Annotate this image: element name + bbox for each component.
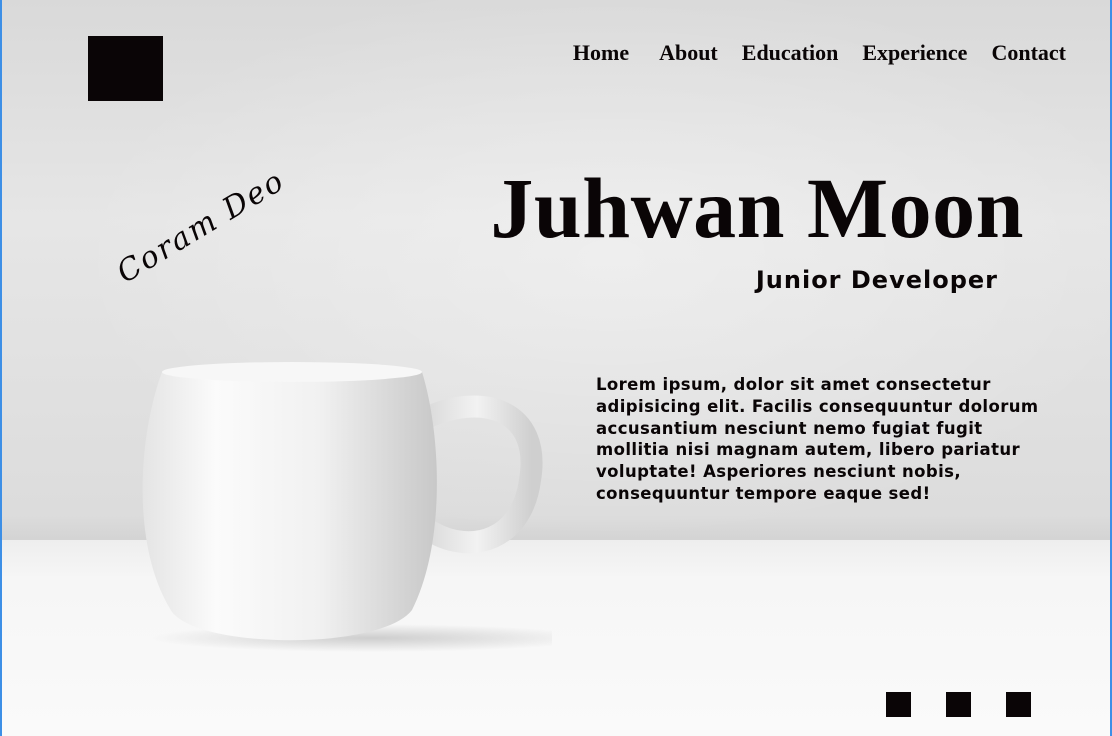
nav-experience-link[interactable]: Experience	[862, 40, 967, 66]
logo-box[interactable]	[88, 36, 163, 101]
white-mug-image	[142, 362, 552, 652]
nav-contact-link[interactable]: Contact	[991, 40, 1066, 66]
main-nav: Home About Education Experience Contact	[573, 40, 1066, 66]
slider-dot-1[interactable]	[886, 692, 911, 717]
page: Home About Education Experience Contact …	[0, 0, 1112, 736]
signature-text: Coram Deo	[110, 163, 292, 291]
nav-home-link[interactable]: Home	[573, 40, 629, 66]
nav-about-link[interactable]: About	[659, 40, 718, 66]
hero-name: Juhwan Moon	[490, 160, 1024, 256]
slider-dot-3[interactable]	[1006, 692, 1031, 717]
nav-education-link[interactable]: Education	[742, 40, 839, 66]
intro-paragraph: Lorem ipsum, dolor sit amet consectetur …	[596, 375, 1039, 503]
slider-dot-2[interactable]	[946, 692, 971, 717]
slider-dots	[886, 692, 1031, 717]
hero-role: Junior Developer	[755, 266, 998, 294]
